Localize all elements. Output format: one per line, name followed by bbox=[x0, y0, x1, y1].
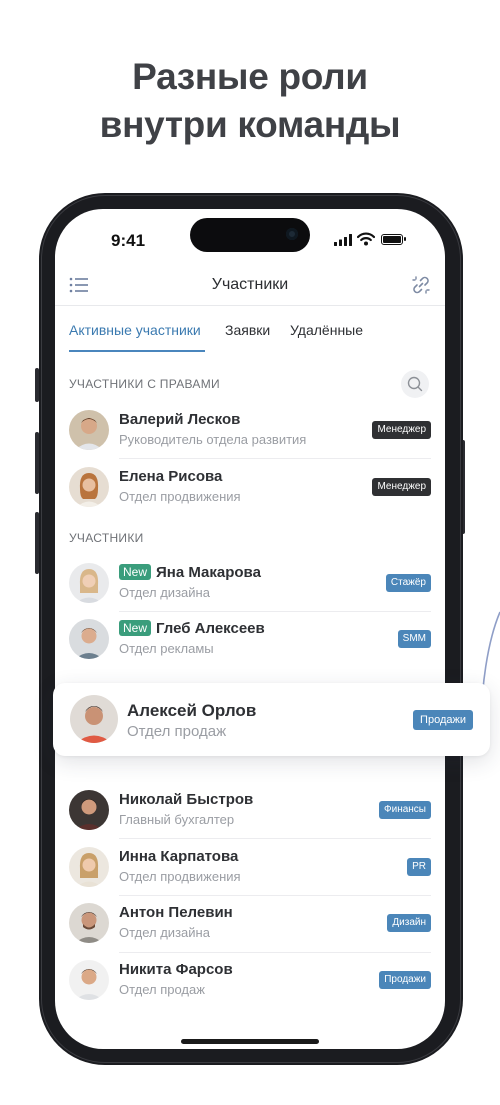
member-department: Отдел продаж bbox=[119, 982, 205, 997]
avatar bbox=[70, 695, 118, 743]
avatar bbox=[69, 790, 109, 830]
member-department: Отдел дизайна bbox=[119, 925, 210, 940]
avatar bbox=[69, 847, 109, 887]
headline-line-2: внутри команды bbox=[99, 104, 401, 145]
tab-active-members[interactable]: Активные участники bbox=[69, 322, 201, 338]
battery-icon bbox=[381, 234, 406, 245]
role-badge: PR bbox=[407, 858, 431, 876]
home-indicator bbox=[181, 1039, 319, 1044]
member-name: Антон Пелевин bbox=[119, 904, 233, 921]
member-name: Валерий Лесков bbox=[119, 411, 241, 428]
active-tab-indicator bbox=[69, 350, 205, 352]
member-department: Главный бухгалтер bbox=[119, 812, 235, 827]
list-item[interactable]: New Глеб Алексеев Отдел рекламы SMM bbox=[55, 611, 445, 667]
member-department: Отдел продаж bbox=[127, 723, 227, 740]
member-department: Отдел продвижения bbox=[119, 869, 241, 884]
role-badge: Продажи bbox=[379, 971, 431, 989]
list-item[interactable]: Елена Рисова Отдел продвижения Менеджер bbox=[55, 459, 445, 515]
new-badge: New bbox=[119, 620, 152, 636]
avatar bbox=[69, 563, 109, 603]
highlighted-member-card[interactable]: Алексей Орлов Отдел продаж Продажи bbox=[53, 683, 490, 756]
role-badge: Продажи bbox=[413, 710, 473, 730]
search-icon bbox=[407, 376, 423, 392]
app-screen: 9:41 Участники Активные участники Заявки… bbox=[55, 209, 445, 1049]
role-badge: Менеджер bbox=[372, 478, 431, 496]
role-badge: Менеджер bbox=[372, 421, 431, 439]
list-item[interactable]: New Яна Макарова Отдел дизайна Стажёр bbox=[55, 555, 445, 611]
role-badge: SMM bbox=[397, 630, 431, 648]
member-name: New Яна Макарова bbox=[119, 564, 261, 581]
member-name: Инна Карпатова bbox=[119, 848, 239, 865]
headline-line-1: Разные роли bbox=[132, 56, 368, 97]
member-name: Никита Фарсов bbox=[119, 961, 233, 978]
member-department: Отдел дизайна bbox=[119, 585, 210, 600]
member-department: Руководитель отдела развития bbox=[119, 432, 307, 447]
camera-icon bbox=[286, 228, 298, 240]
list-item[interactable]: Валерий Лесков Руководитель отдела разви… bbox=[55, 402, 445, 458]
list-item[interactable]: Николай Быстров Главный бухгалтер Финанс… bbox=[55, 782, 445, 838]
avatar bbox=[69, 467, 109, 507]
member-name: Николай Быстров bbox=[119, 791, 254, 808]
avatar bbox=[69, 960, 109, 1000]
member-name: New Глеб Алексеев bbox=[119, 620, 265, 637]
role-badge: Стажёр bbox=[385, 574, 431, 592]
dynamic-island bbox=[190, 218, 310, 252]
section-members-label: УЧАСТНИКИ bbox=[69, 531, 144, 545]
link-icon[interactable] bbox=[411, 275, 431, 295]
new-badge: New bbox=[119, 564, 152, 580]
avatar bbox=[69, 903, 109, 943]
member-name: Алексей Орлов bbox=[127, 701, 257, 720]
list-item[interactable]: Антон Пелевин Отдел дизайна Дизайн bbox=[55, 895, 445, 951]
member-department: Отдел продвижения bbox=[119, 489, 241, 504]
nav-divider bbox=[55, 305, 445, 306]
member-department: Отдел рекламы bbox=[119, 641, 214, 656]
role-badge: Дизайн bbox=[387, 914, 431, 932]
list-item[interactable]: Инна Карпатова Отдел продвижения PR bbox=[55, 839, 445, 895]
page-title: Участники bbox=[211, 276, 289, 293]
avatar bbox=[69, 619, 109, 659]
section-privileged-label: УЧАСТНИКИ С ПРАВАМИ bbox=[69, 377, 220, 391]
avatar bbox=[69, 410, 109, 450]
wifi-icon bbox=[357, 232, 375, 246]
role-badge: Финансы bbox=[379, 801, 431, 819]
tab-deleted[interactable]: Удалённые bbox=[290, 322, 363, 338]
list-item[interactable]: Никита Фарсов Отдел продаж Продажи bbox=[55, 952, 445, 1008]
signal-icon bbox=[334, 234, 352, 246]
status-time: 9:41 bbox=[111, 231, 146, 250]
search-button[interactable] bbox=[401, 370, 429, 398]
tab-requests[interactable]: Заявки bbox=[225, 322, 270, 338]
member-name: Елена Рисова bbox=[119, 468, 223, 485]
